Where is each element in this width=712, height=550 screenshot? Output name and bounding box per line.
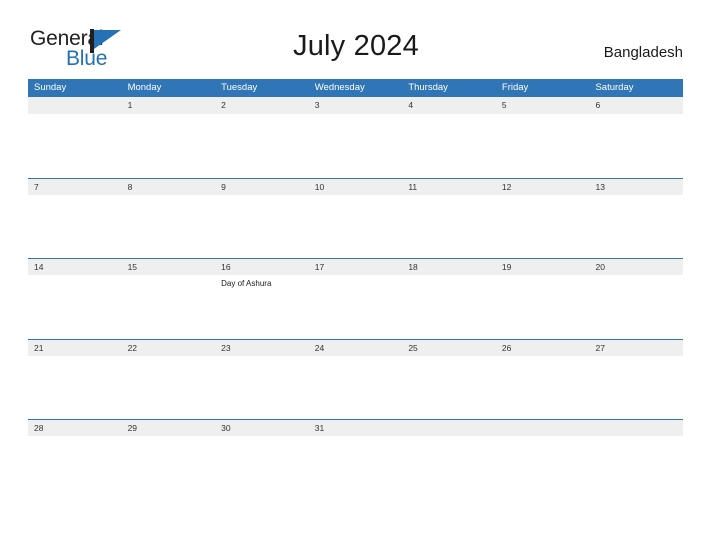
day-number-empty [589,420,683,436]
day-cell[interactable] [496,356,590,419]
weekday-header-saturday: Saturday [595,82,634,93]
day-number-empty [496,420,590,436]
week-date-strip: 21 22 23 24 25 26 27 [28,338,683,356]
day-number[interactable]: 17 [309,259,403,275]
page-header: General Blue July 2024 Bangladesh [0,0,712,78]
day-number[interactable]: 8 [122,179,216,195]
day-number-empty [28,97,122,114]
day-cell[interactable] [309,275,403,338]
day-cell[interactable] [589,114,683,177]
day-number[interactable]: 25 [402,340,496,356]
day-number[interactable]: 9 [215,179,309,195]
calendar-week-row: 7 8 9 10 11 12 13 [28,177,683,259]
day-number[interactable]: 15 [122,259,216,275]
calendar-week-row: 28 29 30 31 [28,419,683,500]
day-cell[interactable] [402,356,496,419]
day-cell[interactable] [215,114,309,177]
weekday-header-monday: Monday [127,82,162,93]
day-number[interactable]: 7 [28,179,122,195]
day-number[interactable]: 14 [28,259,122,275]
week-body-strip [28,355,683,419]
day-number[interactable]: 16 [215,259,309,275]
day-cell[interactable] [309,436,403,499]
day-number[interactable]: 23 [215,340,309,356]
day-number[interactable]: 11 [402,179,496,195]
day-number[interactable]: 22 [122,340,216,356]
calendar-grid: Sunday Monday Tuesday Wednesday Thursday… [28,79,683,500]
day-cell[interactable] [122,436,216,499]
day-number[interactable]: 6 [589,97,683,114]
day-number[interactable]: 2 [215,97,309,114]
day-cell [589,436,683,499]
day-cell [402,436,496,499]
week-date-strip: 7 8 9 10 11 12 13 [28,177,683,195]
day-cell[interactable] [215,356,309,419]
day-number[interactable]: 13 [589,179,683,195]
day-number[interactable]: 24 [309,340,403,356]
day-cell[interactable] [28,195,122,258]
day-cell[interactable]: Day of Ashura [215,275,309,338]
day-cell[interactable] [589,195,683,258]
day-cell[interactable] [122,275,216,338]
day-number[interactable]: 31 [309,420,403,436]
day-cell[interactable] [28,356,122,419]
weekday-header-wednesday: Wednesday [314,82,365,93]
day-cell[interactable] [309,356,403,419]
day-number[interactable]: 29 [122,420,216,436]
day-cell[interactable] [402,275,496,338]
day-cell[interactable] [496,195,590,258]
calendar-weeks: 1 2 3 4 5 6 7 8 9 10 11 12 13 14 15 16 17 18 19 20 Day of As… [28,97,683,500]
day-number[interactable]: 1 [122,97,216,114]
weekday-header-sunday: Sunday [34,82,67,93]
weekday-header-thursday: Thursday [408,82,448,93]
week-body-strip [28,194,683,258]
day-number[interactable]: 26 [496,340,590,356]
day-cell [28,114,122,177]
weekday-header-friday: Friday [501,82,529,93]
day-number-empty [402,420,496,436]
day-number[interactable]: 27 [589,340,683,356]
day-number[interactable]: 10 [309,179,403,195]
week-date-strip: 14 15 16 17 18 19 20 [28,258,683,275]
day-cell[interactable] [122,195,216,258]
week-body-strip [28,114,683,177]
day-cell[interactable] [215,436,309,499]
day-number[interactable]: 20 [589,259,683,275]
day-cell[interactable] [402,195,496,258]
day-number[interactable]: 21 [28,340,122,356]
calendar-week-row: 123456 [28,97,683,178]
day-cell[interactable] [402,114,496,177]
day-cell[interactable] [122,356,216,419]
week-date-strip: 28 29 30 31 [28,419,683,436]
weekday-header-tuesday: Tuesday [221,82,258,93]
day-cell[interactable] [589,356,683,419]
day-cell [496,436,590,499]
day-cell[interactable] [589,275,683,338]
day-number[interactable]: 19 [496,259,590,275]
day-number[interactable]: 18 [402,259,496,275]
day-cell[interactable] [122,114,216,177]
day-number[interactable]: 5 [496,97,590,114]
day-number[interactable]: 28 [28,420,122,436]
calendar-week-row: 21 22 23 24 25 26 27 [28,338,683,420]
week-body-strip [28,436,683,499]
week-body-strip: Day of Ashura [28,275,683,338]
week-date-strip: 123456 [28,97,683,114]
day-number[interactable]: 12 [496,179,590,195]
day-cell[interactable] [496,114,590,177]
day-cell[interactable] [309,114,403,177]
day-number[interactable]: 3 [309,97,403,114]
country-label: Bangladesh [603,44,683,61]
holiday-event: Day of Ashura [221,279,272,288]
weekday-header-row: Sunday Monday Tuesday Wednesday Thursday… [28,79,683,97]
day-cell[interactable] [215,195,309,258]
day-number[interactable]: 30 [215,420,309,436]
day-cell[interactable] [496,275,590,338]
day-cell[interactable] [28,275,122,338]
calendar-week-row: 14 15 16 17 18 19 20 Day of Ashura [28,258,683,339]
day-cell[interactable] [28,436,122,499]
day-cell[interactable] [309,195,403,258]
day-number[interactable]: 4 [402,97,496,114]
